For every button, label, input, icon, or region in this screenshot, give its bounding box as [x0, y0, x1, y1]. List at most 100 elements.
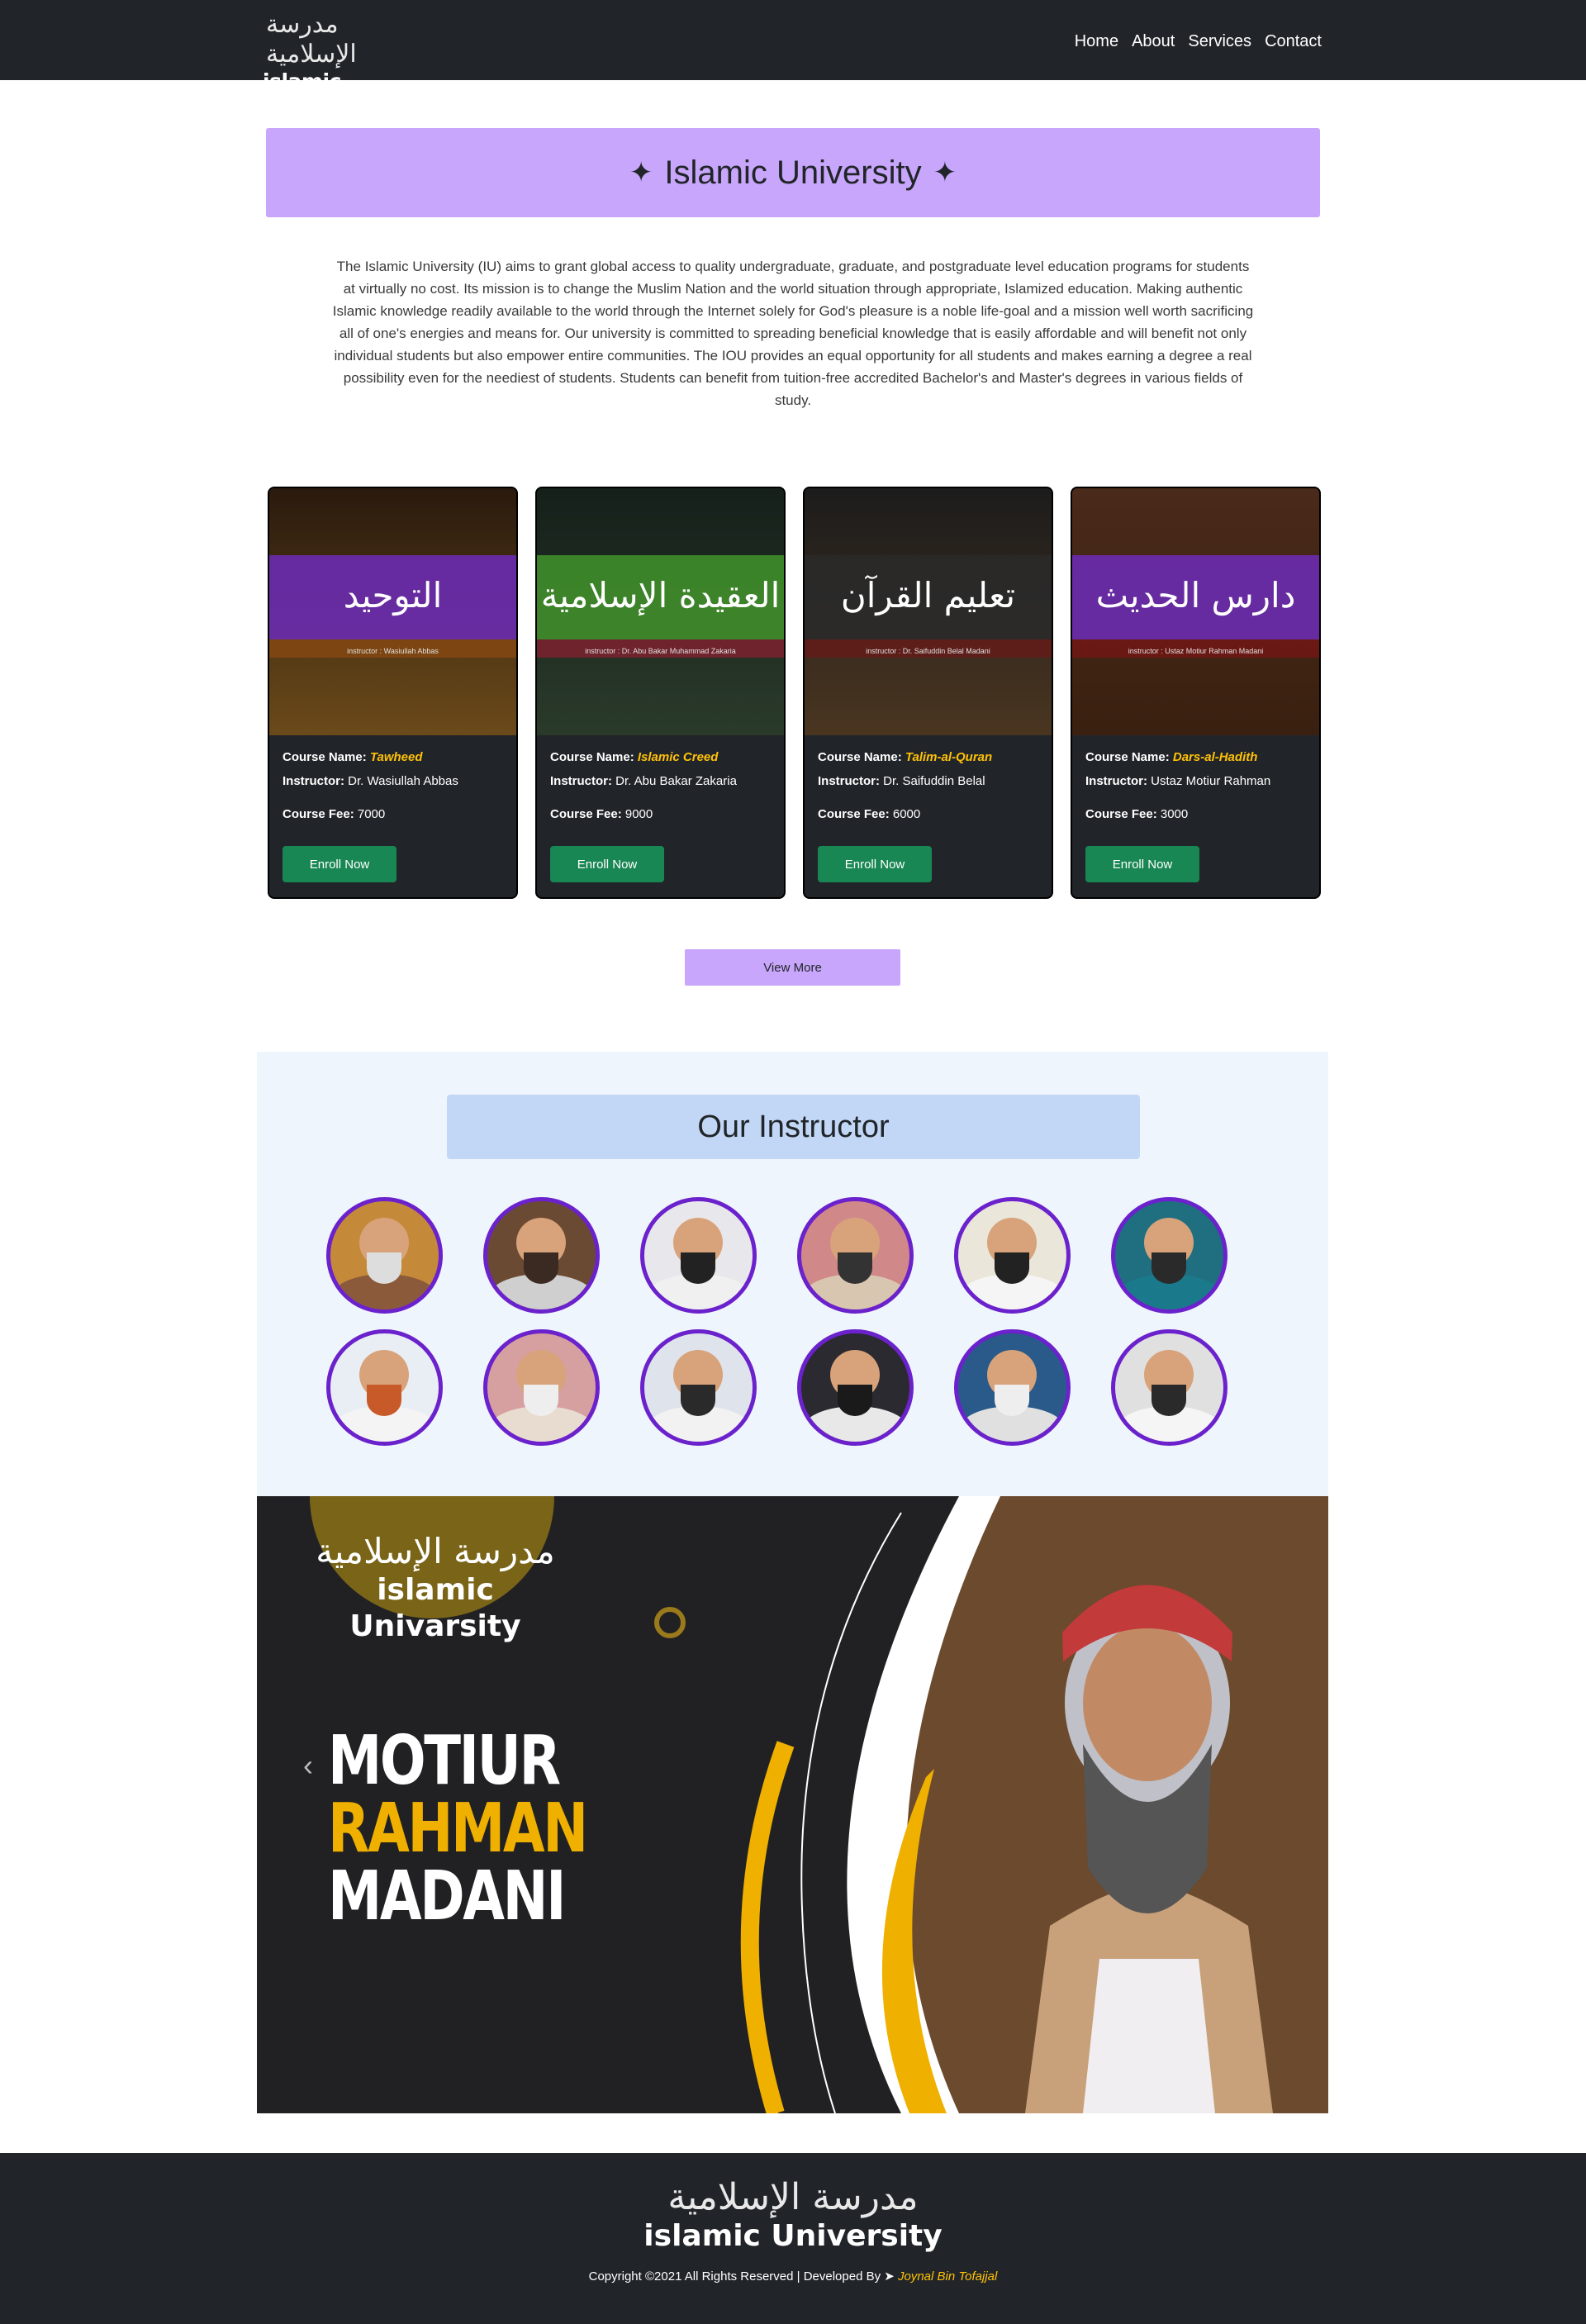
- course-image-title: دارس الحديث: [1095, 575, 1296, 615]
- enroll-now-button[interactable]: Enroll Now: [1085, 846, 1199, 882]
- enroll-now-button[interactable]: Enroll Now: [550, 846, 664, 882]
- footer-logo-arabic: مدرسة الإسلامية: [667, 2176, 919, 2218]
- avatar-beard: [838, 1385, 872, 1416]
- enroll-now-button[interactable]: Enroll Now: [818, 846, 932, 882]
- instructor-3-avatar[interactable]: [640, 1197, 757, 1314]
- course-name-label: Course Name:: [1085, 750, 1170, 764]
- course-name: Dars-al-Hadith: [1172, 750, 1258, 764]
- instructor-9-avatar[interactable]: [640, 1329, 757, 1446]
- chevron-left-icon[interactable]: ‹: [303, 1749, 313, 1782]
- view-more-button[interactable]: View More: [685, 949, 900, 986]
- course-fee: 6000: [892, 807, 921, 821]
- avatar-beard: [367, 1252, 401, 1284]
- nav-about-link[interactable]: About: [1132, 27, 1175, 55]
- nav-home-link[interactable]: Home: [1075, 27, 1118, 55]
- brand-logo[interactable]: مدرسة الإسلامية islamic University: [263, 10, 420, 118]
- hero-title-banner: ✦ Islamic University ✦: [266, 128, 1320, 217]
- instructor-4-avatar[interactable]: [797, 1197, 914, 1314]
- instructor-12-avatar[interactable]: [1111, 1329, 1227, 1446]
- course-instructor-label: Instructor:: [283, 774, 344, 788]
- course-name-label: Course Name:: [283, 750, 367, 764]
- footer-logo-english: islamic University: [643, 2219, 943, 2253]
- nav-contact-link[interactable]: Contact: [1265, 27, 1322, 55]
- course-details: Course Name: Islamic Creed Instructor: Dr…: [550, 745, 773, 826]
- course-name-row: Course Name: Dars-al-Hadith: [1085, 745, 1308, 769]
- instructor-8-avatar[interactable]: [483, 1329, 600, 1446]
- course-image-caption: instructor : Dr. Abu Bakar Muhammad Zaka…: [585, 647, 736, 655]
- banner-name-line-3: MADANI: [328, 1857, 567, 1936]
- course-details: Course Name: Talim-al-Quran Instructor: D…: [818, 745, 1041, 826]
- course-name-row: Course Name: Islamic Creed: [550, 745, 773, 769]
- course-instructor-row: Instructor: Dr. Wasiullah Abbas: [283, 769, 506, 793]
- avatar-beard: [995, 1252, 1029, 1284]
- course-image: تعليم القرآن instructor : Dr. Saifuddin B…: [805, 488, 1052, 735]
- course-fee: 7000: [357, 807, 386, 821]
- course-name-label: Course Name:: [550, 750, 634, 764]
- course-fee: 3000: [1160, 807, 1189, 821]
- course-instructor: Dr. Saifuddin Belal: [883, 774, 985, 788]
- course-image: التوحيد instructor : Wasiullah Abbas: [269, 488, 516, 735]
- course-instructor-label: Instructor:: [550, 774, 612, 788]
- course-image-title: التوحيد: [343, 575, 443, 615]
- enroll-now-button[interactable]: Enroll Now: [283, 846, 396, 882]
- instructors-section: Our Instructor: [257, 1052, 1328, 1496]
- instructor-7-avatar[interactable]: [326, 1329, 443, 1446]
- course-name: Talim-al-Quran: [905, 750, 993, 764]
- course-image-caption: instructor : Ustaz Motiur Rahman Madani: [1128, 647, 1264, 655]
- banner-yellow-stroke: [740, 1741, 795, 2113]
- nav-links: Home About Services Contact: [1075, 27, 1322, 55]
- course-card: التوحيد instructor : Wasiullah Abbas Cours…: [268, 487, 518, 899]
- course-card: دارس الحديث instructor : Ustaz Motiur Rah…: [1071, 487, 1321, 899]
- hero-title: Islamic University: [664, 154, 922, 191]
- course-name-row: Course Name: Talim-al-Quran: [818, 745, 1041, 769]
- instructor-2-avatar[interactable]: [483, 1197, 600, 1314]
- course-fee-row: Course Fee: 3000: [1085, 802, 1308, 826]
- course-fee-label: Course Fee:: [818, 807, 890, 821]
- course-image-title: تعليم القرآن: [840, 575, 1016, 615]
- developer-link[interactable]: Joynal Bin Tofajjal: [898, 2269, 997, 2284]
- instructor-11-avatar[interactable]: [954, 1329, 1071, 1446]
- course-instructor-label: Instructor:: [818, 774, 880, 788]
- course-name: Tawheed: [369, 750, 423, 764]
- course-image-caption: instructor : Wasiullah Abbas: [347, 647, 439, 655]
- banner-name-line-2: RAHMAN: [328, 1789, 588, 1868]
- instructor-6-avatar[interactable]: [1111, 1197, 1227, 1314]
- course-fee: 9000: [624, 807, 653, 821]
- avatar-beard: [367, 1385, 401, 1416]
- course-instructor-label: Instructor:: [1085, 774, 1147, 788]
- course-card: تعليم القرآن instructor : Dr. Saifuddin B…: [803, 487, 1053, 899]
- banner-instructor-name: MOTIUR RAHMAN MADANI: [328, 1722, 588, 1936]
- avatar-beard: [995, 1385, 1029, 1416]
- course-fee-row: Course Fee: 9000: [550, 802, 773, 826]
- brand-logo-arabic: مدرسة الإسلامية: [266, 10, 357, 69]
- instructor-5-avatar[interactable]: [954, 1197, 1071, 1314]
- course-name-label: Course Name:: [818, 750, 902, 764]
- course-image-caption: instructor : Dr. Saifuddin Belal Madani: [866, 647, 990, 655]
- course-fee-row: Course Fee: 6000: [818, 802, 1041, 826]
- course-instructor-row: Instructor: Ustaz Motiur Rahman: [1085, 769, 1308, 793]
- course-details: Course Name: Tawheed Instructor: Dr. Wasi…: [283, 745, 506, 826]
- course-image-title: العقيدة الإسلامية: [540, 575, 781, 615]
- sparkle-icon: ✦: [629, 157, 653, 188]
- banner-name-line-1: MOTIUR: [328, 1722, 561, 1800]
- course-details: Course Name: Dars-al-Hadith Instructor: U…: [1085, 745, 1308, 826]
- instructors-title: Our Instructor: [447, 1095, 1140, 1159]
- banner-logo-arabic: مدرسة الإسلامية: [316, 1531, 555, 1571]
- avatar-beard: [838, 1252, 872, 1284]
- sparkle-icon: ✦: [933, 157, 957, 188]
- avatar-beard: [681, 1385, 715, 1416]
- banner-ring: [654, 1607, 686, 1638]
- course-card: العقيدة الإسلامية instructor : Dr. Abu Ba…: [535, 487, 786, 899]
- instructor-1-avatar[interactable]: [326, 1197, 443, 1314]
- course-image: العقيدة الإسلامية instructor : Dr. Abu Ba…: [537, 488, 784, 735]
- nav-services-link[interactable]: Services: [1188, 27, 1251, 55]
- course-instructor-row: Instructor: Dr. Saifuddin Belal: [818, 769, 1041, 793]
- avatar-beard: [681, 1252, 715, 1284]
- course-fee-label: Course Fee:: [1085, 807, 1157, 821]
- instructor-10-avatar[interactable]: [797, 1329, 914, 1446]
- course-name: Islamic Creed: [637, 750, 719, 764]
- course-fee-label: Course Fee:: [550, 807, 622, 821]
- avatar-beard: [524, 1252, 558, 1284]
- banner-logo-english: islamic Univarsity: [349, 1573, 521, 1643]
- course-fee-label: Course Fee:: [283, 807, 354, 821]
